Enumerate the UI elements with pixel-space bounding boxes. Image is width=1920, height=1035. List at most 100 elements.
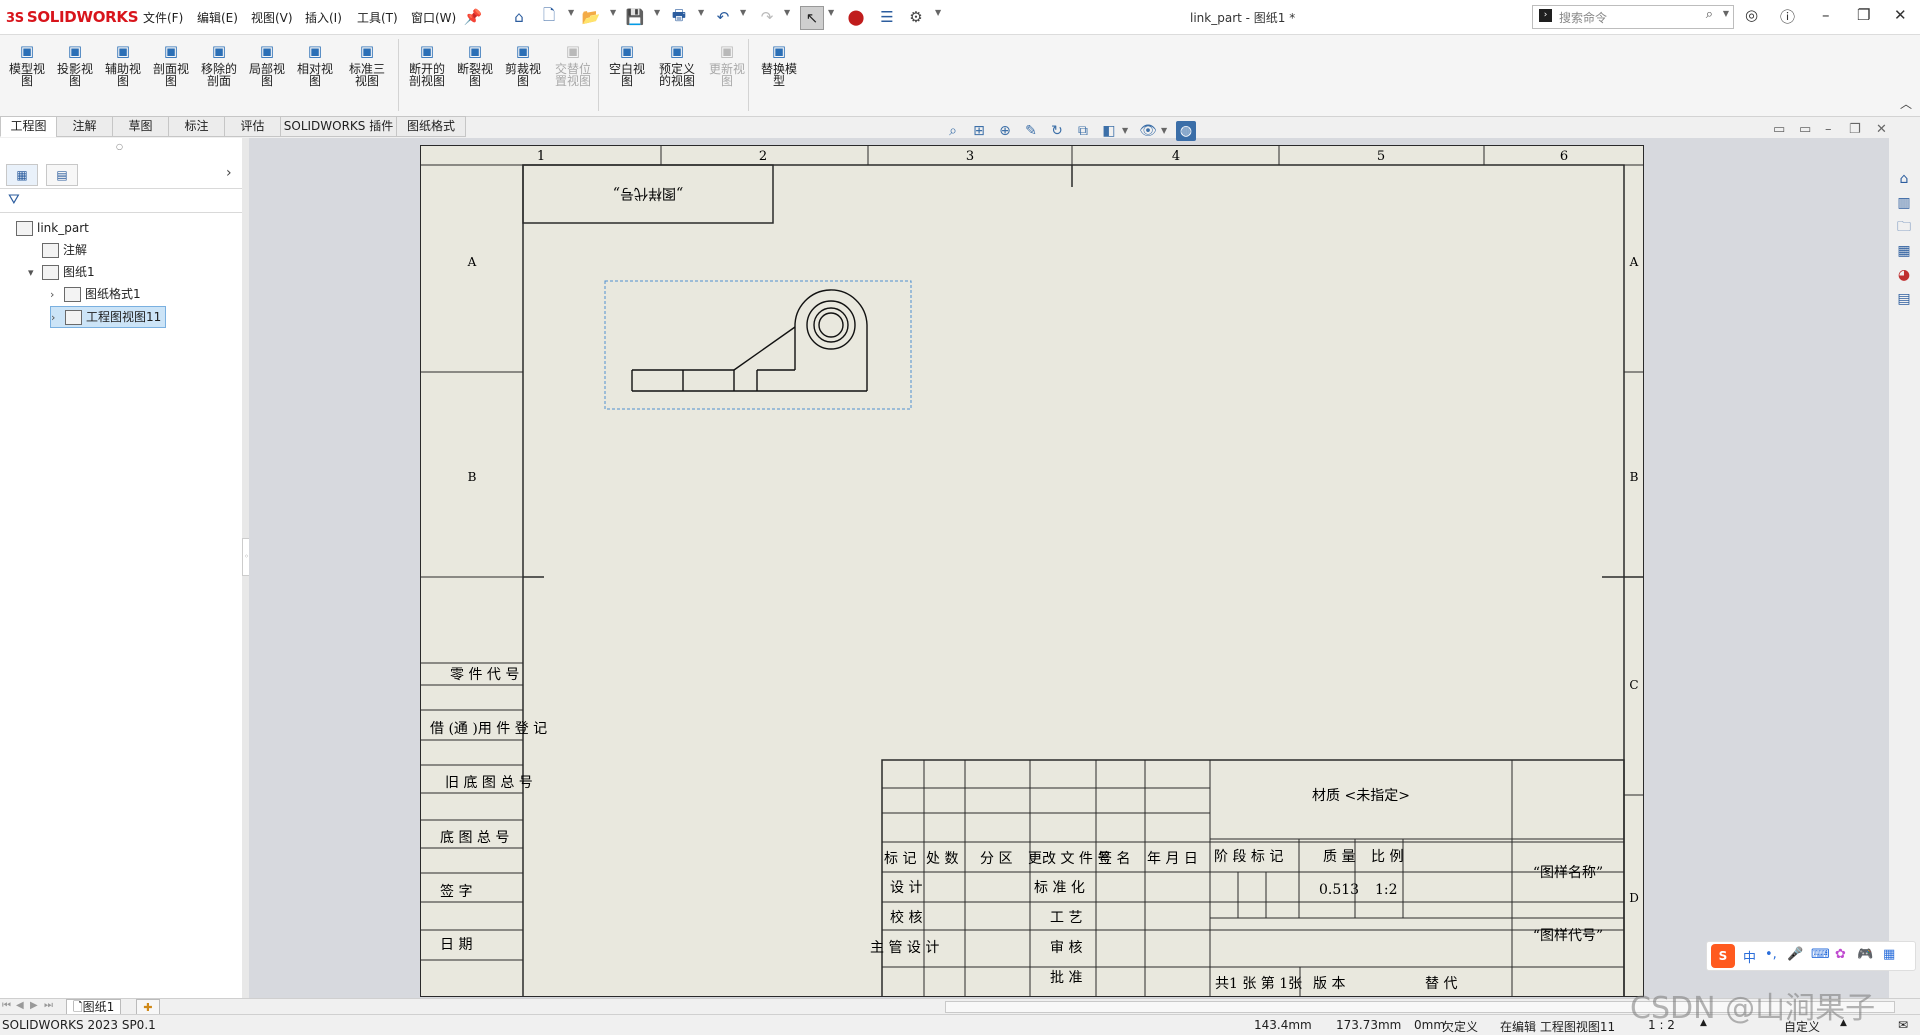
- ime-keyboard-icon[interactable]: ⌨: [1811, 947, 1830, 962]
- rotate-view-icon[interactable]: ↻: [1047, 121, 1067, 141]
- tree-expand-icon[interactable]: ▾: [28, 263, 42, 283]
- ime-game-icon[interactable]: 🎮: [1857, 947, 1873, 962]
- panel-grip-icon[interactable]: ○: [116, 142, 123, 151]
- zoom-to-fit-icon[interactable]: ⌕: [943, 121, 963, 141]
- ribbon-button-section-view[interactable]: ▣ 剖面视 图: [148, 41, 194, 87]
- undo-dropdown-icon[interactable]: ▼: [740, 8, 746, 17]
- print-icon[interactable]: 🖶: [668, 6, 690, 28]
- options-dropdown-icon[interactable]: ▼: [935, 8, 941, 17]
- ribbon-button-broken-out-section[interactable]: ▣ 断开的 剖视图: [404, 41, 450, 87]
- new-dropdown-icon[interactable]: ▼: [568, 8, 574, 17]
- search-commands-input[interactable]: › 搜索命令 ⌕ ▼: [1532, 5, 1734, 29]
- tab-sheet-format[interactable]: 图纸格式: [396, 116, 466, 137]
- ribbon-button-crop-view[interactable]: ▣ 剪裁视 图: [500, 41, 546, 87]
- view-palette-icon[interactable]: ▦: [1893, 240, 1915, 262]
- zoom-to-area-icon[interactable]: ⊞: [969, 121, 989, 141]
- ime-voice-icon[interactable]: 🎤: [1787, 947, 1803, 962]
- ribbon-button-auxiliary-view[interactable]: ▣ 辅助视 图: [100, 41, 146, 87]
- ime-chinese-mode-icon[interactable]: 中: [1743, 947, 1756, 966]
- options-gear-icon[interactable]: ⚙: [905, 6, 927, 28]
- menu-edit[interactable]: 编辑(E): [197, 9, 238, 26]
- view-orientation-icon[interactable]: ◧: [1099, 121, 1119, 141]
- print-dropdown-icon[interactable]: ▼: [698, 8, 704, 17]
- sheet-nav-next-icon[interactable]: ▶: [30, 1000, 38, 1011]
- tree-item[interactable]: › 工程图视图11: [50, 306, 167, 328]
- zoom-in-out-icon[interactable]: ⊕: [995, 121, 1015, 141]
- drawing-sheet[interactable]: 1 2 3 4 5 6 A B A B C D „图样代号„ 零 件 代 号 借…: [420, 145, 1644, 997]
- redo-icon[interactable]: ↷: [756, 6, 778, 28]
- viewport-minimize-icon[interactable]: –: [1825, 122, 1832, 137]
- menu-file[interactable]: 文件(F): [143, 9, 183, 26]
- collapse-ribbon-icon[interactable]: ︿: [1900, 95, 1912, 112]
- file-properties-icon[interactable]: ☰: [876, 6, 898, 28]
- ribbon-button-predefined-view[interactable]: ▣ 预定义 的视图: [654, 41, 700, 87]
- home-icon[interactable]: ⌂: [508, 6, 530, 28]
- undo-icon[interactable]: ↶: [712, 6, 734, 28]
- sheet-nav-prev-icon[interactable]: ◀: [16, 1000, 24, 1011]
- sheet-nav-last-icon[interactable]: ⏭: [44, 1000, 53, 1011]
- ribbon-button-projected-view[interactable]: ▣ 投影视 图: [52, 41, 98, 87]
- new-document-icon[interactable]: 🗋: [538, 6, 560, 28]
- notifications-icon[interactable]: ✉: [1898, 1018, 1908, 1032]
- tab-evaluate[interactable]: 评估: [224, 116, 281, 137]
- viewport-restore-icon[interactable]: ❐: [1849, 122, 1861, 137]
- hide-show-dropdown-icon[interactable]: ▼: [1161, 126, 1167, 135]
- ime-menu-icon[interactable]: ▦: [1883, 947, 1895, 962]
- sogou-logo-icon[interactable]: S: [1711, 944, 1735, 968]
- ime-skin-icon[interactable]: ✿: [1835, 947, 1846, 962]
- pin-icon[interactable]: 📌: [462, 6, 484, 28]
- tree-item[interactable]: ▾ 图纸1: [28, 262, 95, 282]
- menu-tools[interactable]: 工具(T): [357, 9, 398, 26]
- search-dropdown-icon[interactable]: ▼: [1723, 9, 1729, 18]
- tree-expand-icon[interactable]: ›: [50, 285, 64, 305]
- minimize-icon[interactable]: –: [1822, 6, 1830, 24]
- tree-item[interactable]: 注解: [28, 240, 87, 260]
- ribbon-button-relative-view[interactable]: ▣ 相对视 图: [292, 41, 338, 87]
- help-icon[interactable]: ⓘ: [1780, 6, 1795, 27]
- feature-manager-tab-icon[interactable]: ▦: [6, 164, 38, 186]
- ribbon-button-break-view[interactable]: ▣ 断裂视 图: [452, 41, 498, 87]
- ribbon-button-empty-view[interactable]: ▣ 空白视 图: [604, 41, 650, 87]
- open-icon[interactable]: 📂: [580, 6, 602, 28]
- open-dropdown-icon[interactable]: ▼: [610, 8, 616, 17]
- tree-item[interactable]: link_part: [2, 218, 89, 238]
- appearances-icon[interactable]: ◕: [1893, 264, 1915, 286]
- expand-panel-chevron-icon[interactable]: ›: [226, 165, 232, 181]
- tab-sketch[interactable]: 草图: [112, 116, 169, 137]
- custom-properties-icon[interactable]: ▤: [1893, 288, 1915, 310]
- ribbon-button-removed-section[interactable]: ▣ 移除的 剖面: [196, 41, 242, 87]
- orientation-dropdown-icon[interactable]: ▼: [1122, 126, 1128, 135]
- viewport-close-icon[interactable]: ✕: [1876, 122, 1887, 137]
- select-dropdown-icon[interactable]: ▼: [828, 8, 834, 17]
- save-dropdown-icon[interactable]: ▼: [654, 8, 660, 17]
- search-icon[interactable]: ⌕: [1706, 7, 1713, 22]
- menu-window[interactable]: 窗口(W): [411, 9, 456, 26]
- sheet-nav-first-icon[interactable]: ⏮: [2, 1000, 11, 1011]
- file-explorer-icon[interactable]: 🗀: [1893, 216, 1915, 238]
- sketch-tool-icon[interactable]: ✎: [1021, 121, 1041, 141]
- ribbon-button-replace-model[interactable]: ▣ 替换模 型: [756, 41, 802, 87]
- hide-show-items-icon[interactable]: 👁: [1138, 121, 1158, 141]
- ribbon-button-update-view[interactable]: ▣ 更新视 图: [704, 41, 750, 87]
- close-icon[interactable]: ✕: [1894, 6, 1907, 24]
- account-icon[interactable]: ◎: [1745, 6, 1758, 24]
- solidworks-logo[interactable]: 3S SOLIDWORKS: [6, 8, 139, 26]
- ribbon-button-model-view[interactable]: ▣ 模型视 图: [4, 41, 50, 87]
- ribbon-button-alternate-position[interactable]: ▣ 交替位 置视图: [550, 41, 596, 87]
- tree-item[interactable]: › 图纸格式1: [50, 284, 141, 304]
- appearance-scene-icon[interactable]: ◍: [1176, 121, 1196, 141]
- camera-view-icon[interactable]: ⧉: [1073, 121, 1093, 141]
- panel-splitter[interactable]: ◦: [242, 138, 251, 998]
- property-manager-tab-icon[interactable]: ▤: [46, 164, 78, 186]
- tab-markup[interactable]: 标注: [168, 116, 225, 137]
- menu-insert[interactable]: 插入(I): [305, 9, 342, 26]
- tab-solidworks-addins[interactable]: SOLIDWORKS 插件: [280, 116, 397, 137]
- save-icon[interactable]: 💾: [624, 6, 646, 28]
- tree-expand-icon[interactable]: ›: [51, 308, 65, 328]
- viewport-tile-icon[interactable]: ▭: [1773, 122, 1785, 137]
- solidworks-resources-icon[interactable]: ⌂: [1893, 168, 1915, 190]
- redo-dropdown-icon[interactable]: ▼: [784, 8, 790, 17]
- rebuild-icon[interactable]: ⬤: [845, 6, 867, 28]
- tab-drawing[interactable]: 工程图: [0, 116, 57, 137]
- viewport-link-icon[interactable]: ▭: [1799, 122, 1811, 137]
